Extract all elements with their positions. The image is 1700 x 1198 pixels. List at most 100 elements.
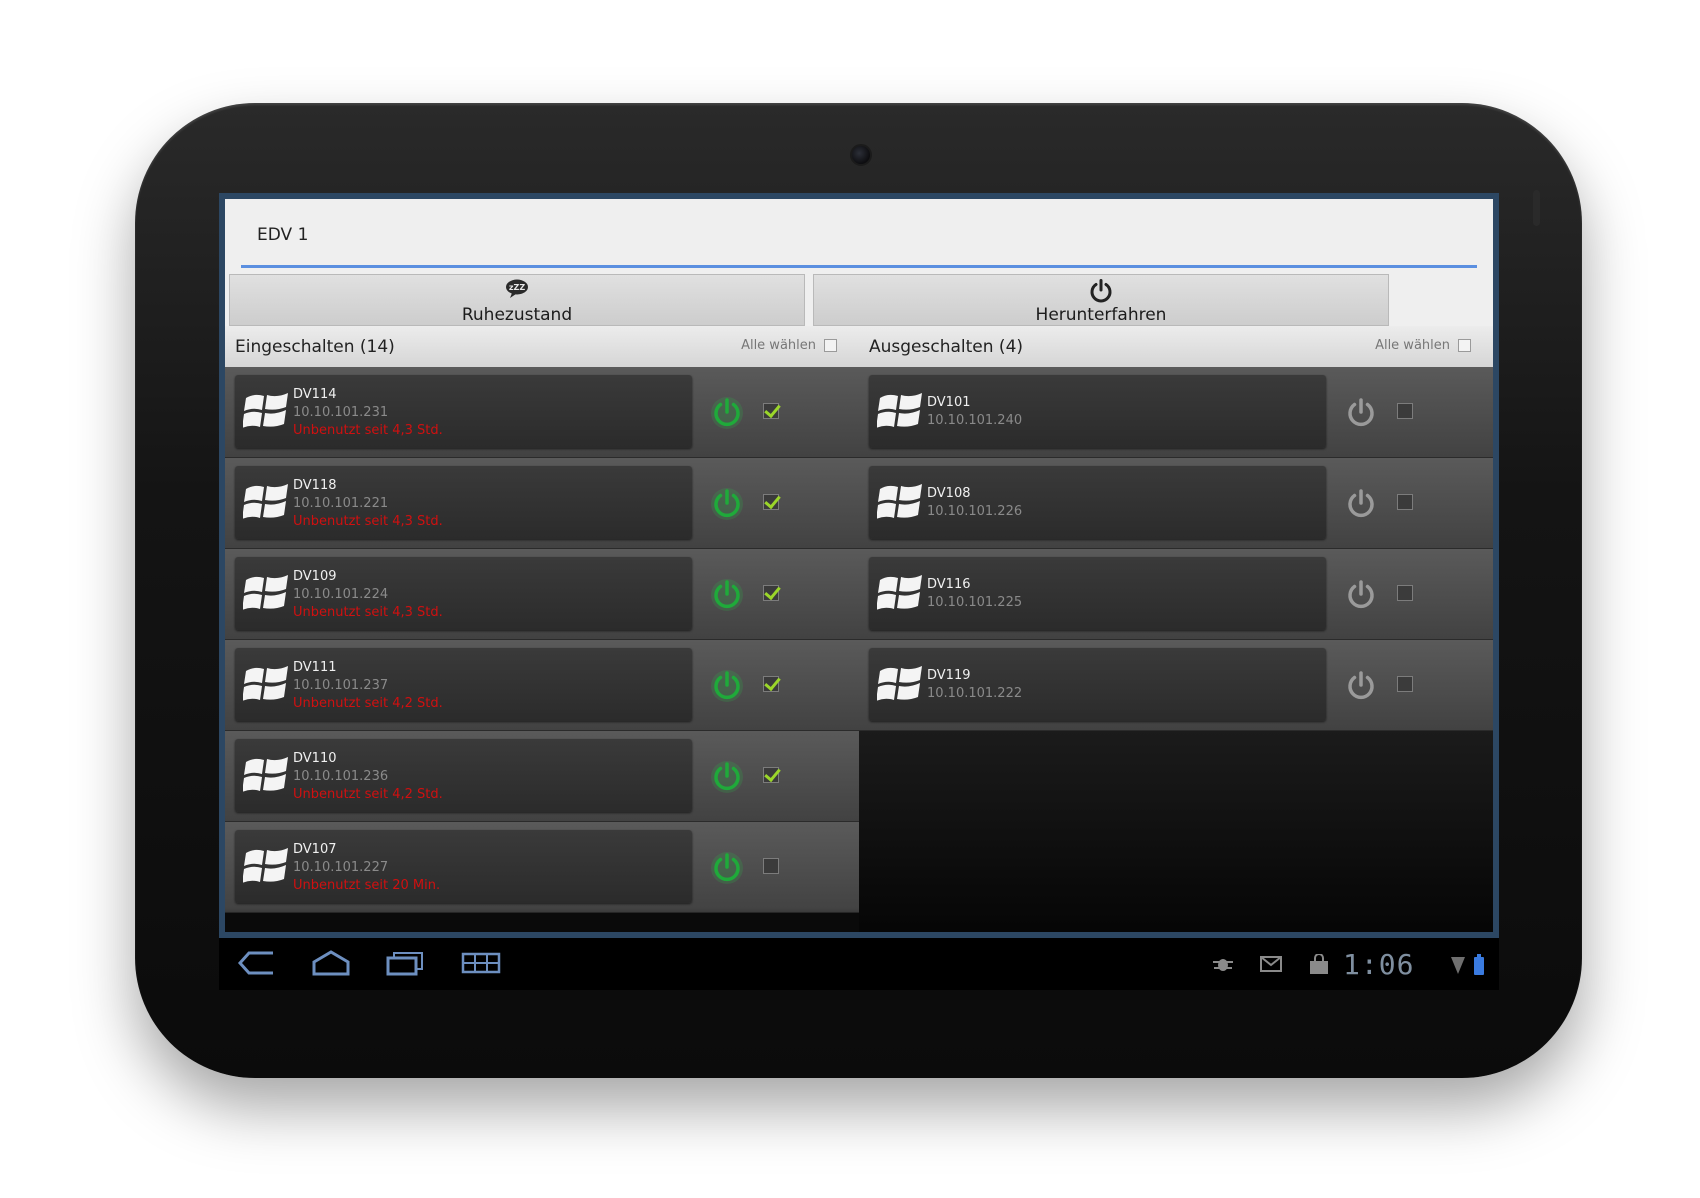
online-section-header: Eingeschalten (14) Alle wählen xyxy=(225,326,859,367)
recent-apps-icon[interactable] xyxy=(385,950,425,976)
power-icon[interactable] xyxy=(1344,669,1378,707)
device-checkbox[interactable] xyxy=(1397,676,1413,692)
device-card[interactable]: DV109 10.10.101.224 Unbenutzt seit 4,3 Std… xyxy=(235,557,692,630)
offline-select-all[interactable]: Alle wählen xyxy=(1375,338,1471,353)
offline-select-all-checkbox[interactable] xyxy=(1458,339,1471,352)
device-name: DV108 xyxy=(927,486,971,501)
device-name: DV116 xyxy=(927,577,971,592)
shutdown-button-label: Herunterfahren xyxy=(1035,305,1167,325)
battery-icon xyxy=(1474,954,1484,975)
device-ip: 10.10.101.231 xyxy=(293,405,389,420)
device-checkbox[interactable] xyxy=(1397,585,1413,601)
title-bar: EDV 1 xyxy=(225,199,1493,269)
device-row[interactable]: DV116 10.10.101.225 xyxy=(859,549,1493,640)
device-name: DV109 xyxy=(293,569,337,584)
device-checkbox[interactable] xyxy=(1397,403,1413,419)
windows-logo-icon xyxy=(876,481,923,527)
online-select-all[interactable]: Alle wählen xyxy=(741,338,837,353)
back-icon[interactable] xyxy=(237,950,277,976)
device-card[interactable]: DV114 10.10.101.231 Unbenutzt seit 4,3 Std… xyxy=(235,375,692,448)
device-row[interactable]: DV110 10.10.101.236 Unbenutzt seit 4,2 Std… xyxy=(225,731,859,822)
device-row[interactable]: DV107 10.10.101.227 Unbenutzt seit 20 Min. xyxy=(225,822,859,913)
device-row[interactable]: DV109 10.10.101.224 Unbenutzt seit 4,3 Std… xyxy=(225,549,859,640)
device-ip: 10.10.101.237 xyxy=(293,678,389,693)
device-card[interactable]: DV116 10.10.101.225 xyxy=(869,557,1326,630)
screenshot-icon[interactable] xyxy=(461,950,501,976)
power-icon[interactable] xyxy=(710,760,744,798)
device-card[interactable]: DV108 10.10.101.226 xyxy=(869,466,1326,539)
device-ip: 10.10.101.221 xyxy=(293,496,389,511)
device-checkbox[interactable] xyxy=(763,767,779,783)
device-card[interactable]: DV119 10.10.101.222 xyxy=(869,648,1326,721)
device-idle-time: Unbenutzt seit 4,2 Std. xyxy=(293,696,443,711)
device-idle-time: Unbenutzt seit 4,3 Std. xyxy=(293,423,443,438)
app-window: EDV 1 zZZ Ruhezustand Herunterfahren Ein… xyxy=(219,193,1499,938)
device-row[interactable]: DV111 10.10.101.237 Unbenutzt seit 4,2 Std… xyxy=(225,640,859,731)
device-ip: 10.10.101.225 xyxy=(927,595,1023,610)
device-name: DV101 xyxy=(927,395,971,410)
home-icon[interactable] xyxy=(311,950,351,976)
power-icon[interactable] xyxy=(1344,396,1378,434)
device-name: DV111 xyxy=(293,660,337,675)
power-icon[interactable] xyxy=(710,396,744,434)
wifi-icon xyxy=(1451,957,1465,974)
power-icon[interactable] xyxy=(710,487,744,525)
device-checkbox[interactable] xyxy=(763,494,779,510)
offline-section-header: Ausgeschalten (4) Alle wählen xyxy=(859,326,1493,367)
offline-empty-area xyxy=(859,731,1493,932)
action-bar: zZZ Ruhezustand Herunterfahren xyxy=(225,269,1493,326)
debug-icon xyxy=(1213,959,1233,971)
device-card[interactable]: DV101 10.10.101.240 xyxy=(869,375,1326,448)
power-icon[interactable] xyxy=(1344,487,1378,525)
sleep-button-label: Ruhezustand xyxy=(461,305,573,325)
device-ip: 10.10.101.240 xyxy=(927,413,1023,428)
device-ip: 10.10.101.227 xyxy=(293,860,389,875)
device-row[interactable]: DV101 10.10.101.240 xyxy=(859,367,1493,458)
windows-logo-icon xyxy=(876,572,923,618)
windows-logo-icon xyxy=(242,390,289,436)
device-name: DV114 xyxy=(293,387,337,402)
device-idle-time: Unbenutzt seit 20 Min. xyxy=(293,878,441,893)
online-select-all-checkbox[interactable] xyxy=(824,339,837,352)
device-row[interactable]: DV114 10.10.101.231 Unbenutzt seit 4,3 Std… xyxy=(225,367,859,458)
power-icon[interactable] xyxy=(710,669,744,707)
shutdown-button[interactable]: Herunterfahren xyxy=(813,274,1389,326)
power-icon[interactable] xyxy=(1344,578,1378,616)
device-name: DV118 xyxy=(293,478,337,493)
windows-logo-icon xyxy=(242,481,289,527)
online-select-all-label: Alle wählen xyxy=(741,338,816,353)
device-idle-time: Unbenutzt seit 4,3 Std. xyxy=(293,514,443,529)
offline-device-list: DV101 10.10.101.240 DV108 10.10.101.226 DV… xyxy=(859,367,1493,731)
device-checkbox[interactable] xyxy=(763,858,779,874)
windows-logo-icon xyxy=(242,754,289,800)
windows-logo-icon xyxy=(242,572,289,618)
online-device-list: DV114 10.10.101.231 Unbenutzt seit 4,3 Std… xyxy=(225,367,859,932)
device-row[interactable]: DV119 10.10.101.222 xyxy=(859,640,1493,731)
system-bar: 1:06 xyxy=(219,938,1499,990)
device-name: DV110 xyxy=(293,751,337,766)
power-icon[interactable] xyxy=(710,578,744,616)
device-card[interactable]: DV118 10.10.101.221 Unbenutzt seit 4,3 Std… xyxy=(235,466,692,539)
sleep-button[interactable]: zZZ Ruhezustand xyxy=(229,274,805,326)
device-checkbox[interactable] xyxy=(763,403,779,419)
power-icon[interactable] xyxy=(710,851,744,889)
windows-logo-icon xyxy=(876,663,923,709)
svg-text:zZZ: zZZ xyxy=(509,283,525,292)
page-title: EDV 1 xyxy=(257,225,309,245)
device-card[interactable]: DV111 10.10.101.237 Unbenutzt seit 4,2 Std… xyxy=(235,648,692,721)
device-checkbox[interactable] xyxy=(763,676,779,692)
offline-section-title: Ausgeschalten (4) xyxy=(869,337,1024,357)
device-name: DV107 xyxy=(293,842,337,857)
windows-logo-icon xyxy=(242,663,289,709)
device-row[interactable]: DV118 10.10.101.221 Unbenutzt seit 4,3 Std… xyxy=(225,458,859,549)
device-card[interactable]: DV107 10.10.101.227 Unbenutzt seit 20 Min. xyxy=(235,830,692,903)
device-checkbox[interactable] xyxy=(1397,494,1413,510)
device-row[interactable]: DV108 10.10.101.226 xyxy=(859,458,1493,549)
device-idle-time: Unbenutzt seit 4,3 Std. xyxy=(293,605,443,620)
device-checkbox[interactable] xyxy=(763,585,779,601)
mail-icon xyxy=(1260,956,1282,972)
device-ip: 10.10.101.236 xyxy=(293,769,389,784)
title-underline xyxy=(241,265,1477,268)
device-name: DV119 xyxy=(927,668,971,683)
device-card[interactable]: DV110 10.10.101.236 Unbenutzt seit 4,2 Std… xyxy=(235,739,692,812)
